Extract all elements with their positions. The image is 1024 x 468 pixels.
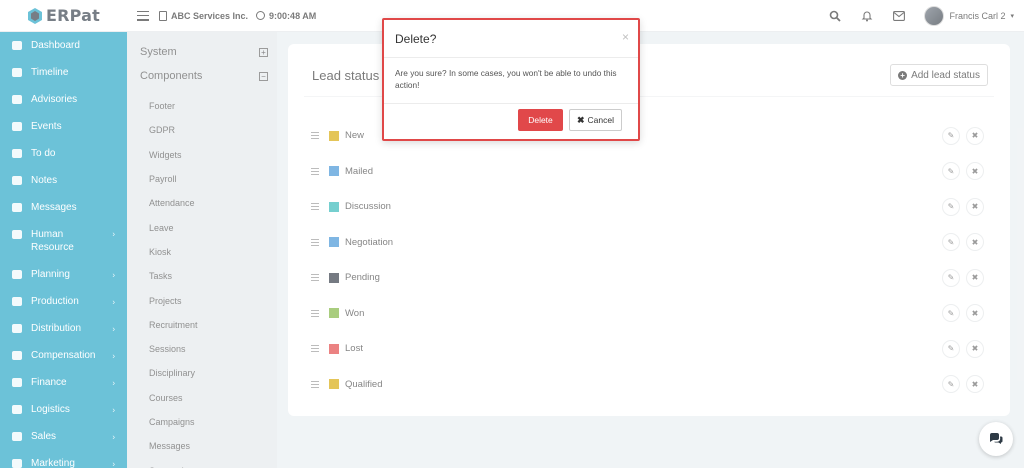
divider bbox=[384, 57, 638, 58]
chat-icon bbox=[990, 433, 1003, 444]
delete-confirm-dialog: Delete? × Are you sure? In some cases, y… bbox=[382, 18, 640, 141]
close-icon[interactable]: × bbox=[622, 30, 629, 44]
delete-button[interactable]: Delete bbox=[518, 109, 563, 131]
chat-button[interactable] bbox=[979, 422, 1013, 456]
cancel-label: Cancel bbox=[587, 115, 614, 125]
divider bbox=[384, 103, 638, 104]
cancel-button[interactable]: ✖ Cancel bbox=[569, 109, 622, 131]
dialog-title: Delete? bbox=[395, 32, 437, 46]
dialog-message: Are you sure? In some cases, you won't b… bbox=[395, 68, 617, 90]
close-icon: ✖ bbox=[576, 114, 585, 125]
